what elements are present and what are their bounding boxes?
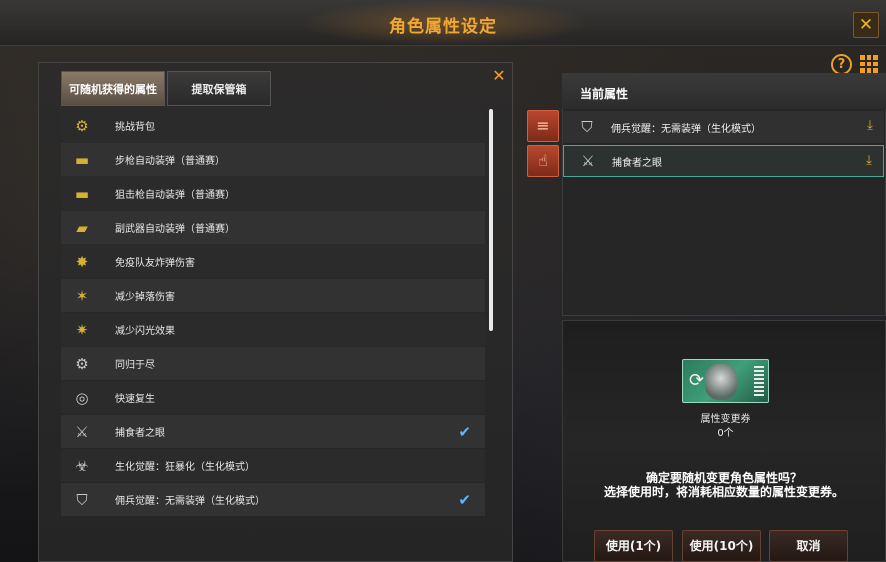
panel-close-button[interactable]: ✕	[490, 67, 508, 85]
current-attribute-label: 佣兵觉醒：无需装弹（生化模式）	[611, 123, 761, 135]
close-window-button[interactable]: ✕	[853, 12, 879, 38]
list-item-label: 佣兵觉醒：无需装弹（生化模式）	[115, 496, 265, 507]
revive-icon: ◎	[75, 388, 89, 407]
fall-icon: ✶	[75, 286, 89, 305]
list-item-label: 免疫队友炸弹伤害	[115, 258, 195, 269]
voucher-panel	[562, 320, 886, 562]
help-icon: ?	[837, 57, 846, 72]
list-item[interactable]: ⚔ 捕食者之眼 ✔	[61, 415, 485, 448]
check-icon: ✔	[458, 423, 471, 441]
list-item-label: 减少掉落伤害	[115, 292, 175, 303]
list-item[interactable]: ⛉ 佣兵觉醒：无需装弹（生化模式） ✔	[61, 483, 485, 516]
claw-icon: ⚔	[75, 422, 89, 441]
sniper-icon: ▬	[74, 184, 90, 203]
list-item[interactable]: ⚙ 挑战背包	[61, 109, 485, 142]
extract-button[interactable]: ☝	[527, 145, 559, 177]
shield-icon: ⛉	[76, 490, 88, 509]
store-icon: ⤓	[866, 153, 872, 168]
tab-random-attributes[interactable]: 可随机获得的属性	[61, 71, 165, 106]
confirm-message: 确定要随机变更角色属性吗？ 选择使用时，将消耗相应数量的属性变更券。	[562, 471, 886, 499]
confirm-line-1: 确定要随机变更角色属性吗？	[645, 471, 802, 485]
store-attribute-button[interactable]: ⤓	[861, 153, 877, 169]
list-item-label: 生化觉醒：狂暴化（生化模式）	[115, 462, 255, 473]
flash-icon: ✷	[75, 320, 89, 339]
mine-icon: ⚙	[75, 354, 89, 373]
close-icon: ✕	[492, 66, 506, 85]
list-item[interactable]: ▬ 步枪自动装弹（普通赛）	[61, 143, 485, 176]
help-button[interactable]: ?	[831, 54, 852, 75]
barcode-icon	[754, 366, 764, 398]
mutant-icon: ☣	[75, 456, 89, 475]
list-item-label: 减少闪光效果	[115, 326, 175, 337]
gold-gear-icon: ⚙	[75, 116, 89, 135]
soldier-portrait-icon	[705, 364, 737, 400]
list-item[interactable]: ◎ 快速复生	[61, 381, 485, 414]
list-item-label: 同归于尽	[115, 360, 155, 371]
list-item-label: 快速复生	[115, 394, 155, 405]
current-attributes-panel	[562, 73, 886, 316]
current-attribute-item[interactable]: ⛉ 佣兵觉醒：无需装弹（生化模式） ⤓	[563, 111, 884, 143]
check-icon: ✔	[458, 491, 471, 509]
current-attribute-item-selected[interactable]: ⚔ 捕食者之眼 ⤓	[563, 145, 884, 177]
voucher-name: 属性变更券	[700, 414, 751, 425]
list-scrollbar[interactable]	[489, 109, 493, 331]
list-item-label: 狙击枪自动装弹（普通赛）	[115, 190, 235, 201]
voucher-count: 0个	[717, 428, 734, 439]
menu-icon: ≡	[536, 116, 550, 135]
list-item[interactable]: ☣ 生化觉醒：狂暴化（生化模式）	[61, 449, 485, 482]
grid-menu-button[interactable]	[860, 55, 878, 73]
use-ten-button[interactable]: 使用(10个)	[682, 530, 761, 562]
list-item-label: 步枪自动装弹（普通赛）	[115, 156, 225, 167]
list-view-button[interactable]: ≡	[527, 110, 559, 142]
hand-icon: ☝	[538, 151, 548, 170]
pistol-icon: ▰	[76, 218, 88, 237]
shield-icon: ⛉	[581, 118, 593, 136]
window-title: 角色属性设定	[389, 17, 497, 37]
use-one-button[interactable]: 使用(1个)	[594, 530, 673, 562]
store-attribute-button[interactable]: ⤓	[862, 118, 878, 134]
list-item-label: 副武器自动装弹（普通赛）	[115, 224, 235, 235]
list-item[interactable]: ✸ 免疫队友炸弹伤害	[61, 245, 485, 278]
tab-extract-storage[interactable]: 提取保管箱	[167, 71, 271, 106]
store-icon: ⤓	[867, 118, 873, 133]
voucher-ticket-image: ⟳	[682, 359, 769, 403]
current-attributes-title: 当前属性	[580, 87, 629, 101]
close-icon: ✕	[858, 15, 874, 35]
list-item[interactable]: ✶ 减少掉落伤害	[61, 279, 485, 312]
current-attribute-label: 捕食者之眼	[612, 157, 662, 169]
list-item[interactable]: ⚙ 同归于尽	[61, 347, 485, 380]
explosion-icon: ✸	[75, 252, 89, 271]
confirm-line-2: 选择使用时，将消耗相应数量的属性变更券。	[603, 485, 844, 499]
claw-icon: ⚔	[581, 152, 595, 170]
rifle-icon: ▬	[74, 150, 90, 169]
list-item-label: 挑战背包	[115, 122, 155, 133]
cancel-button[interactable]: 取消	[769, 530, 848, 562]
list-item[interactable]: ▰ 副武器自动装弹（普通赛）	[61, 211, 485, 244]
list-item[interactable]: ▬ 狙击枪自动装弹（普通赛）	[61, 177, 485, 210]
grid-icon	[860, 55, 865, 60]
attribute-list: ⚙ 挑战背包 ▬ 步枪自动装弹（普通赛） ▬ 狙击枪自动装弹（普通赛） ▰ 副武…	[61, 109, 485, 517]
list-item-label: 捕食者之眼	[115, 428, 165, 439]
list-item[interactable]: ✷ 减少闪光效果	[61, 313, 485, 346]
